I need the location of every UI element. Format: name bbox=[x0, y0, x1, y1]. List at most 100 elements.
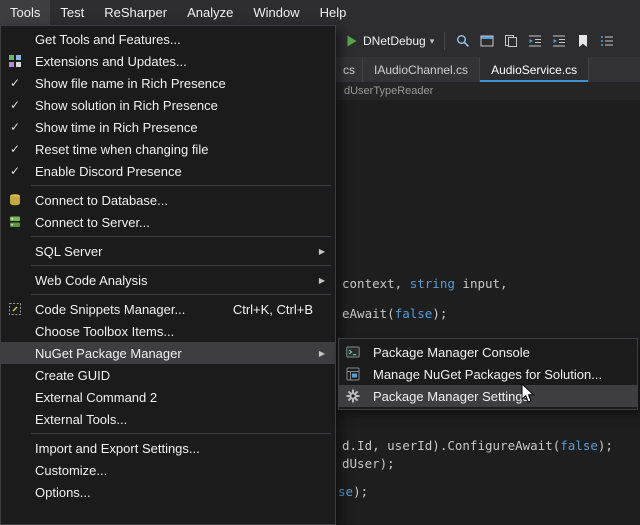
submenu-item-package-manager-console[interactable]: Package Manager Console bbox=[339, 341, 637, 363]
menu-item-label: Connect to Database... bbox=[29, 193, 168, 208]
tab-overflow[interactable]: cs bbox=[336, 57, 363, 82]
checkmark-icon: ✓ bbox=[10, 164, 20, 178]
checkmark-icon: ✓ bbox=[10, 142, 20, 156]
menu-item-label: Manage NuGet Packages for Solution... bbox=[367, 367, 602, 382]
menubar-item-help[interactable]: Help bbox=[310, 0, 357, 25]
code-line: eAwait(false); bbox=[342, 306, 447, 321]
code-segment: d.Id, userId).ConfigureAwait( bbox=[342, 438, 560, 453]
new-window-icon[interactable] bbox=[479, 33, 495, 49]
menu-item-sql-server[interactable]: SQL Server ▶ bbox=[1, 240, 335, 262]
menu-item-label: Customize... bbox=[29, 463, 107, 478]
menu-item-web-code-analysis[interactable]: Web Code Analysis ▶ bbox=[1, 269, 335, 291]
code-segment: ); bbox=[598, 438, 613, 453]
extensions-icon bbox=[1, 54, 29, 68]
menu-separator bbox=[31, 433, 331, 434]
code-segment: context, bbox=[342, 276, 410, 291]
bookmark-icon[interactable] bbox=[575, 33, 591, 49]
tab-audioservice-cs[interactable]: AudioService.cs bbox=[480, 57, 589, 82]
menu-item-label: Choose Toolbox Items... bbox=[29, 324, 174, 339]
menu-shortcut: Ctrl+K, Ctrl+B bbox=[209, 302, 313, 317]
checkmark-icon: ✓ bbox=[10, 76, 20, 90]
menubar-item-test[interactable]: Test bbox=[50, 0, 94, 25]
run-config-label[interactable]: DNetDebug bbox=[363, 34, 426, 48]
toolbar-separator bbox=[444, 32, 445, 50]
menu-item-import-and-export-settings[interactable]: Import and Export Settings... bbox=[1, 437, 335, 459]
menu-item-nuget-package-manager[interactable]: NuGet Package Manager ▶ bbox=[1, 342, 335, 364]
submenu-arrow-icon: ▶ bbox=[313, 276, 331, 285]
menu-separator bbox=[31, 294, 331, 295]
menu-item-enable-discord-presence[interactable]: ✓ Enable Discord Presence bbox=[1, 160, 335, 182]
menu-separator bbox=[31, 265, 331, 266]
menu-item-label: NuGet Package Manager bbox=[29, 346, 182, 361]
menu-item-get-tools-and-features[interactable]: Get Tools and Features... bbox=[1, 28, 335, 50]
list-icon[interactable] bbox=[599, 33, 615, 49]
chevron-down-icon[interactable]: ▾ bbox=[430, 36, 435, 47]
submenu-item-manage-nuget-packages-for-solution[interactable]: Manage NuGet Packages for Solution... bbox=[339, 363, 637, 385]
code-segment: eAwait( bbox=[342, 306, 395, 321]
menu-item-label: Enable Discord Presence bbox=[29, 164, 182, 179]
menu-item-label: Create GUID bbox=[29, 368, 110, 383]
menu-item-label: External Tools... bbox=[29, 412, 127, 427]
code-segment: false bbox=[395, 306, 433, 321]
copy-icon[interactable] bbox=[503, 33, 519, 49]
menu-item-label: Code Snippets Manager... bbox=[29, 302, 185, 317]
console-icon bbox=[339, 345, 367, 359]
code-segment: dUser); bbox=[342, 456, 395, 471]
checkmark-icon: ✓ bbox=[10, 120, 20, 134]
find-icon[interactable] bbox=[455, 33, 471, 49]
menu-item-code-snippets-manager[interactable]: Code Snippets Manager... Ctrl+K, Ctrl+B bbox=[1, 298, 335, 320]
submenu-item-package-manager-settings[interactable]: Package Manager Settings bbox=[339, 385, 637, 407]
indent-increase-icon[interactable] bbox=[551, 33, 567, 49]
menu-bar: ToolsTestReSharperAnalyzeWindowHelp bbox=[0, 0, 640, 25]
menu-item-reset-time-when-changing-file[interactable]: ✓ Reset time when changing file bbox=[1, 138, 335, 160]
checkmark-icon: ✓ bbox=[1, 76, 29, 90]
gear-icon bbox=[339, 389, 367, 403]
menu-item-label: Package Manager Settings bbox=[367, 389, 529, 404]
menu-item-show-solution-in-rich-presence[interactable]: ✓ Show solution in Rich Presence bbox=[1, 94, 335, 116]
menu-item-label: Web Code Analysis bbox=[29, 273, 148, 288]
code-segment: false bbox=[560, 438, 598, 453]
menu-item-options[interactable]: Options... bbox=[1, 481, 335, 503]
checkmark-icon: ✓ bbox=[1, 120, 29, 134]
menu-separator bbox=[31, 185, 331, 186]
menu-item-label: Connect to Server... bbox=[29, 215, 150, 230]
menu-item-extensions-and-updates[interactable]: Extensions and Updates... bbox=[1, 50, 335, 72]
menu-item-show-time-in-rich-presence[interactable]: ✓Show time in Rich Presence bbox=[1, 116, 335, 138]
menubar-item-resharper[interactable]: ReSharper bbox=[94, 0, 177, 25]
menu-item-label: Reset time when changing file bbox=[29, 142, 208, 157]
checkmark-icon: ✓ bbox=[1, 164, 29, 178]
menubar-item-analyze[interactable]: Analyze bbox=[177, 0, 243, 25]
menu-item-label: Show solution in Rich Presence bbox=[29, 98, 218, 113]
code-segment: input, bbox=[455, 276, 508, 291]
server-icon bbox=[1, 215, 29, 229]
menu-item-choose-toolbox-items[interactable]: Choose Toolbox Items... bbox=[1, 320, 335, 342]
code-segment: string bbox=[410, 276, 455, 291]
menu-item-customize[interactable]: Customize... bbox=[1, 459, 335, 481]
menubar-item-window[interactable]: Window bbox=[243, 0, 309, 25]
menu-item-create-guid[interactable]: Create GUID bbox=[1, 364, 335, 386]
tab-iaudiochannel-cs[interactable]: IAudioChannel.cs bbox=[363, 57, 480, 82]
toolbar-icon-group bbox=[451, 33, 619, 49]
menu-item-label: Extensions and Updates... bbox=[29, 54, 187, 69]
menu-item-label: SQL Server bbox=[29, 244, 102, 259]
checkmark-icon: ✓ bbox=[1, 98, 29, 112]
menu-item-connect-to-database[interactable]: Connect to Database... bbox=[1, 189, 335, 211]
menu-item-connect-to-server[interactable]: Connect to Server... bbox=[1, 211, 335, 233]
submenu-arrow-icon: ▶ bbox=[313, 349, 331, 358]
run-icon[interactable] bbox=[346, 34, 358, 48]
code-line: context, string input, bbox=[342, 276, 508, 291]
indent-decrease-icon[interactable] bbox=[527, 33, 543, 49]
packages-icon bbox=[339, 367, 367, 381]
snippets-icon bbox=[1, 302, 29, 316]
checkmark-icon: ✓ bbox=[10, 98, 20, 112]
menu-item-external-command-2[interactable]: External Command 2 bbox=[1, 386, 335, 408]
nuget-submenu: Package Manager Console Manage NuGet Pack… bbox=[338, 338, 638, 410]
code-line: d.Id, userId).ConfigureAwait(false); bbox=[342, 438, 613, 453]
menu-item-show-file-name-in-rich-presence[interactable]: ✓Show file name in Rich Presence bbox=[1, 72, 335, 94]
checkmark-icon: ✓ bbox=[1, 142, 29, 156]
submenu-arrow-icon: ▶ bbox=[313, 247, 331, 256]
menu-item-label: Options... bbox=[29, 485, 91, 500]
menubar-item-tools[interactable]: Tools bbox=[0, 0, 50, 25]
tools-menu: Get Tools and Features... Extensions and … bbox=[0, 25, 336, 525]
menu-item-external-tools[interactable]: External Tools... bbox=[1, 408, 335, 430]
